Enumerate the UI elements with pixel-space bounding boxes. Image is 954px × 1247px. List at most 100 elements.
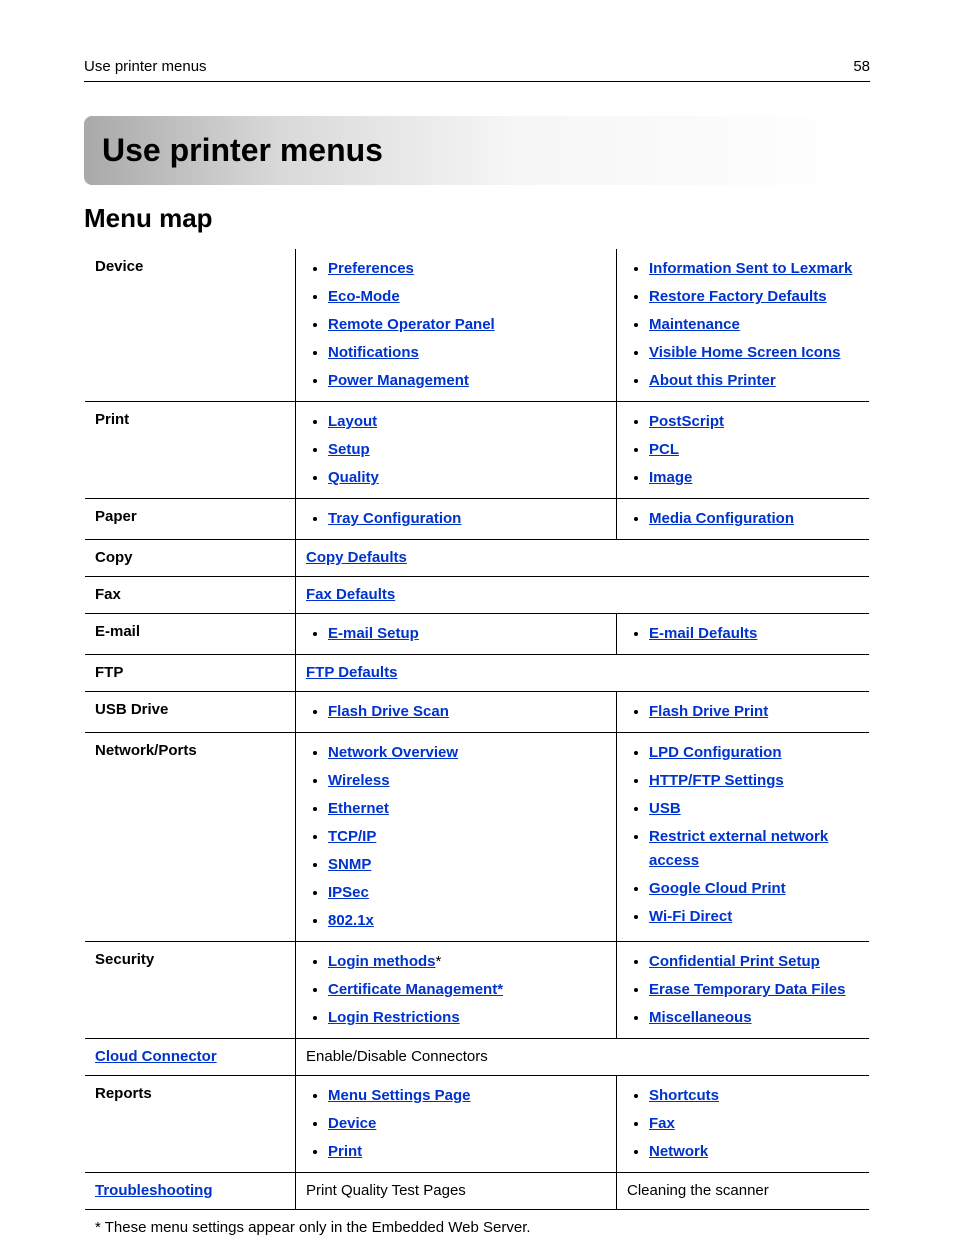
menu-list: Flash Drive Print <box>627 698 859 726</box>
col2-cell: Confidential Print Setup Erase Temporary … <box>617 942 870 1039</box>
menu-link[interactable]: Shortcuts <box>649 1087 719 1104</box>
menu-list-item: Quality <box>328 464 606 492</box>
menu-link[interactable]: Device <box>328 1115 376 1132</box>
menu-link[interactable]: Network <box>649 1143 708 1160</box>
table-row: FTPFTP Defaults <box>85 655 870 692</box>
menu-link[interactable]: Miscellaneous <box>649 1009 752 1026</box>
menu-link[interactable]: PostScript <box>649 413 724 430</box>
menu-link[interactable]: E-mail Defaults <box>649 625 757 642</box>
menu-list-item: Certificate Management* <box>328 976 606 1004</box>
menu-list: Tray Configuration <box>306 505 606 533</box>
menu-link[interactable]: Flash Drive Print <box>649 703 768 720</box>
category-cell: Network/Ports <box>85 733 296 942</box>
menu-link[interactable]: Erase Temporary Data Files <box>649 981 845 998</box>
menu-list-item: About this Printer <box>649 367 859 395</box>
menu-link[interactable]: HTTP/FTP Settings <box>649 772 784 789</box>
menu-link[interactable]: LPD Configuration <box>649 744 781 761</box>
menu-link[interactable]: Ethernet <box>328 800 389 817</box>
col2-cell: PostScript PCL Image <box>617 402 870 499</box>
menu-list: LPD Configuration HTTP/FTP Settings USB Res… <box>627 739 859 931</box>
menu-list-item: Tray Configuration <box>328 505 606 533</box>
category-cell: Paper <box>85 499 296 540</box>
menu-link[interactable]: Restore Factory Defaults <box>649 288 827 305</box>
menu-list-item: Eco-Mode <box>328 283 606 311</box>
menu-link[interactable]: 802.1x <box>328 912 374 929</box>
menu-link[interactable]: USB <box>649 800 681 817</box>
menu-link[interactable]: Preferences <box>328 260 414 277</box>
menu-list: E-mail Defaults <box>627 620 859 648</box>
menu-link[interactable]: Quality <box>328 469 379 486</box>
col1-cell: Print Quality Test Pages <box>296 1173 617 1210</box>
span-cell: Enable/Disable Connectors <box>296 1039 870 1076</box>
menu-link[interactable]: IPSec <box>328 884 369 901</box>
menu-link[interactable]: Notifications <box>328 344 419 361</box>
menu-link[interactable]: Certificate Management* <box>328 981 503 998</box>
category-cell: Device <box>85 249 296 402</box>
menu-link[interactable]: About this Printer <box>649 372 776 389</box>
menu-link[interactable]: Fax <box>649 1115 675 1132</box>
col2-cell: Information Sent to Lexmark Restore Facto… <box>617 249 870 402</box>
menu-link[interactable]: TCP/IP <box>328 828 376 845</box>
category-link[interactable]: Cloud Connector <box>95 1048 217 1065</box>
menu-list: Flash Drive Scan <box>306 698 606 726</box>
menu-list-item: Fax <box>649 1110 859 1138</box>
col1-cell: E-mail Setup <box>296 614 617 655</box>
menu-link[interactable]: Fax Defaults <box>306 586 395 603</box>
menu-link[interactable]: Confidential Print Setup <box>649 953 820 970</box>
menu-link[interactable]: Information Sent to Lexmark <box>649 260 852 277</box>
menu-link[interactable]: Google Cloud Print <box>649 880 786 897</box>
menu-link[interactable]: E-mail Setup <box>328 625 419 642</box>
menu-list: Login methods* Certificate Management* Log… <box>306 948 606 1032</box>
running-header: Use printer menus 58 <box>84 58 870 82</box>
menu-list: Information Sent to Lexmark Restore Facto… <box>627 255 859 395</box>
category-link[interactable]: Troubleshooting <box>95 1182 213 1199</box>
menu-link[interactable]: Eco-Mode <box>328 288 400 305</box>
col1-cell: Preferences Eco-Mode Remote Operator Panel… <box>296 249 617 402</box>
menu-list-item: Wi-Fi Direct <box>649 903 859 931</box>
menu-link[interactable]: Setup <box>328 441 370 458</box>
menu-link[interactable]: Visible Home Screen Icons <box>649 344 840 361</box>
menu-link[interactable]: Menu Settings Page <box>328 1087 471 1104</box>
menu-link[interactable]: Maintenance <box>649 316 740 333</box>
menu-link[interactable]: Copy Defaults <box>306 549 407 566</box>
menu-link[interactable]: Print <box>328 1143 362 1160</box>
menu-link[interactable]: Remote Operator Panel <box>328 316 495 333</box>
menu-link[interactable]: Media Configuration <box>649 510 794 527</box>
col1-cell: Login methods* Certificate Management* Log… <box>296 942 617 1039</box>
table-row: PrintLayoutSetupQualityPostScriptPCLImag… <box>85 402 870 499</box>
menu-link[interactable]: Wi-Fi Direct <box>649 908 732 925</box>
document-page: Use printer menus 58 Use printer menus M… <box>0 0 954 1235</box>
menu-list-item: IPSec <box>328 879 606 907</box>
menu-link[interactable]: Image <box>649 469 692 486</box>
table-row: CopyCopy Defaults <box>85 540 870 577</box>
menu-list: Shortcuts Fax Network <box>627 1082 859 1166</box>
table-row: USB DriveFlash Drive ScanFlash Drive Pri… <box>85 692 870 733</box>
menu-list-item: LPD Configuration <box>649 739 859 767</box>
menu-link[interactable]: Login methods <box>328 953 436 970</box>
menu-link[interactable]: Flash Drive Scan <box>328 703 449 720</box>
menu-list-item: Login methods* <box>328 948 606 976</box>
table-row: ReportsMenu Settings PageDevicePrintShor… <box>85 1076 870 1173</box>
menu-list-item: Information Sent to Lexmark <box>649 255 859 283</box>
menu-link[interactable]: Network Overview <box>328 744 458 761</box>
menu-list-item: Restore Factory Defaults <box>649 283 859 311</box>
menu-link[interactable]: SNMP <box>328 856 371 873</box>
span-cell: FTP Defaults <box>296 655 870 692</box>
menu-link[interactable]: Restrict external network access <box>649 828 828 869</box>
col1-cell: Layout Setup Quality <box>296 402 617 499</box>
menu-link[interactable]: Wireless <box>328 772 390 789</box>
menu-link[interactable]: Login Restrictions <box>328 1009 460 1026</box>
menu-list-item: Visible Home Screen Icons <box>649 339 859 367</box>
col1-cell: Tray Configuration <box>296 499 617 540</box>
chapter-title: Use printer menus <box>84 116 870 185</box>
col2-cell: Shortcuts Fax Network <box>617 1076 870 1173</box>
menu-link[interactable]: Power Management <box>328 372 469 389</box>
menu-text: Print Quality Test Pages <box>306 1182 466 1199</box>
menu-link[interactable]: PCL <box>649 441 679 458</box>
menu-text: Cleaning the scanner <box>627 1182 769 1199</box>
menu-link[interactable]: FTP Defaults <box>306 664 397 681</box>
menu-link[interactable]: Tray Configuration <box>328 510 461 527</box>
menu-list-item: PostScript <box>649 408 859 436</box>
menu-link[interactable]: Layout <box>328 413 377 430</box>
footnote-row: * These menu settings appear only in the… <box>85 1210 870 1247</box>
